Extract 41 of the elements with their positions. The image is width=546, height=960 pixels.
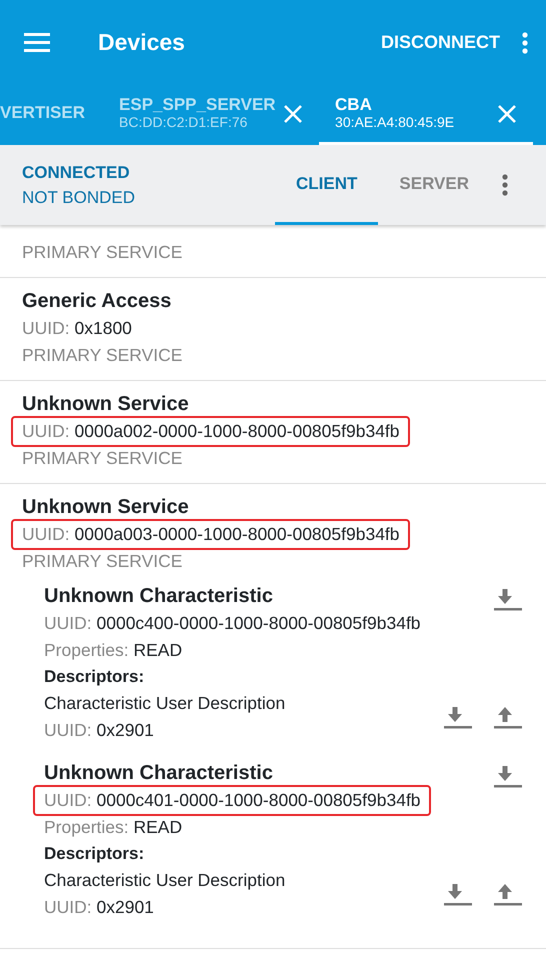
descriptors-heading: Descriptors: xyxy=(44,843,146,865)
disconnect-button[interactable]: DISCONNECT xyxy=(380,29,500,56)
view-tab[interactable]: SERVER xyxy=(378,145,490,225)
service-name: Generic Access xyxy=(22,289,172,314)
bond-status: NOT BONDED xyxy=(22,187,136,209)
uuid-text: UUID: 0x1800 xyxy=(22,317,133,340)
read-icon[interactable] xyxy=(494,587,522,611)
read-icon[interactable] xyxy=(494,764,522,788)
read-icon[interactable] xyxy=(444,882,472,906)
service-type: PRIMARY SERVICE xyxy=(22,447,184,470)
uuid-text: UUID: 0000a003-0000-1000-8000-00805f9b34fb xyxy=(13,521,408,548)
uuid-text: UUID: 0000a002-0000-1000-8000-00805f9b34fb xyxy=(13,418,408,445)
descriptors-heading: Descriptors: xyxy=(44,666,146,688)
uuid-text: UUID: 0x2901 xyxy=(44,896,155,919)
service-type: PRIMARY SERVICE xyxy=(22,550,184,573)
service-name: Unknown Service xyxy=(22,495,190,520)
device-tab[interactable]: ESP_SPP_SERVER BC:DD:C2:D1:EF:76 xyxy=(103,85,320,145)
view-tab[interactable]: CLIENT xyxy=(275,145,378,225)
descriptor-name: Characteristic User Description xyxy=(44,869,286,892)
write-icon[interactable] xyxy=(494,705,522,729)
write-icon[interactable] xyxy=(494,882,522,906)
properties-text: Properties: READ xyxy=(44,816,184,839)
service-type: PRIMARY SERVICE xyxy=(22,241,184,264)
service-name: Unknown Service xyxy=(22,392,190,417)
connection-status: CONNECTED xyxy=(22,162,131,184)
close-icon[interactable] xyxy=(497,104,518,124)
service-type: PRIMARY SERVICE xyxy=(22,344,184,367)
uuid-text: UUID: 0x2901 xyxy=(44,719,155,742)
read-icon[interactable] xyxy=(444,705,472,729)
properties-text: Properties: READ xyxy=(44,639,184,662)
more-icon[interactable] xyxy=(522,32,528,54)
close-icon[interactable] xyxy=(283,104,304,124)
device-tab[interactable]: VERTISER xyxy=(0,85,104,145)
characteristic-name: Unknown Characteristic xyxy=(44,761,274,786)
more-icon[interactable] xyxy=(502,174,508,196)
uuid-text: UUID: 0000c400-0000-1000-8000-00805f9b34fb xyxy=(44,612,422,635)
descriptor-name: Characteristic User Description xyxy=(44,692,286,715)
characteristic-name: Unknown Characteristic xyxy=(44,584,274,609)
uuid-text: UUID: 0000c401-0000-1000-8000-00805f9b34fb xyxy=(35,787,429,814)
menu-icon[interactable] xyxy=(24,33,50,52)
app-title: Devices xyxy=(98,28,185,58)
